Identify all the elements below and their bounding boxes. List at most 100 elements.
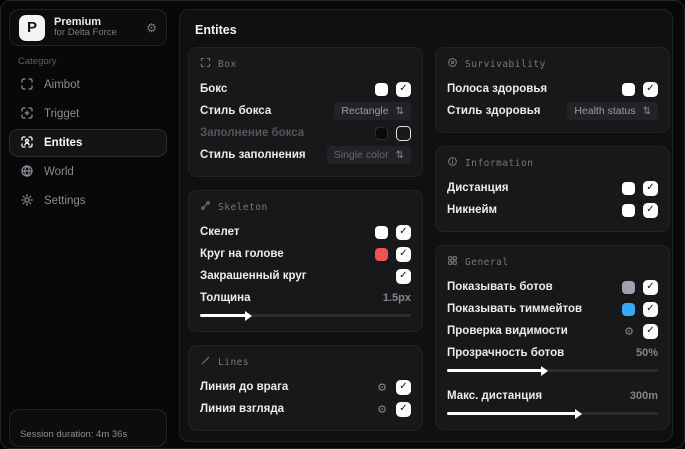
panel-header-label: Skeleton [218, 201, 268, 213]
line-icon [200, 355, 211, 369]
sidebar-item-world[interactable]: World [9, 158, 167, 186]
check-icon: ✓ [646, 325, 655, 336]
sidebar-item-trigget[interactable]: Trigget [9, 100, 167, 128]
panel-header-label: Survivability [465, 58, 546, 70]
slider-value: 1.5px [382, 292, 411, 304]
sidebar-item-settings[interactable]: Settings [9, 187, 167, 215]
checkbox[interactable]: ✓ [643, 81, 658, 97]
unfold-icon: ⇅ [642, 105, 651, 117]
sidebar-item-label: Aimbot [44, 79, 80, 91]
check-icon: ✓ [646, 182, 655, 193]
setting-label: Бокс [200, 83, 228, 95]
setting-row: Бокс ✓ [200, 78, 411, 100]
setting-row: Линия до врага ⚙ ✓ [200, 376, 411, 398]
health-style-dropdown[interactable]: Health status ⇅ [567, 102, 658, 120]
crosshair-icon [20, 106, 34, 123]
slider-value: 300m [629, 390, 658, 402]
checkbox[interactable]: ✓ [396, 81, 411, 97]
setting-label: Стиль бокса [200, 105, 272, 117]
color-swatch[interactable] [375, 126, 388, 140]
setting-row: Заполнение бокса [200, 122, 411, 144]
check-icon: ✓ [646, 281, 655, 292]
thickness-slider[interactable] [200, 314, 411, 317]
checkbox[interactable] [396, 125, 411, 141]
slider-value: 50% [635, 347, 658, 359]
setting-row: Никнейм ✓ [447, 199, 658, 221]
color-swatch[interactable] [622, 82, 635, 96]
setting-label: Толщина [200, 292, 251, 304]
sidebar-item-label: Entites [44, 137, 83, 149]
setting-row: Скелет ✓ [200, 221, 411, 243]
setting-label: Показывать ботов [447, 281, 553, 293]
session-duration: Session duration: 4m 36s [20, 429, 128, 440]
checkbox[interactable]: ✓ [643, 301, 658, 317]
checkbox[interactable]: ✓ [643, 323, 658, 339]
setting-row: Линия взгляда ⚙ ✓ [200, 398, 411, 420]
setting-label: Прозрачность ботов [447, 347, 565, 359]
checkbox[interactable]: ✓ [396, 246, 411, 262]
setting-row: Показывать тиммейтов ✓ [447, 298, 658, 320]
panel-general: General Показывать ботов ✓ Показывать ти… [435, 245, 670, 430]
color-swatch[interactable] [622, 302, 635, 316]
color-swatch[interactable] [375, 247, 388, 261]
sidebar-nav: Aimbot Trigget Entites World Settings [9, 71, 167, 216]
app-logo: P [19, 14, 45, 41]
gear-icon[interactable]: ⚙ [377, 381, 387, 394]
globe-icon [20, 164, 34, 181]
check-icon: ✓ [399, 381, 408, 392]
main-content: Entites Box Бокс ✓ Стиль бокса Rectangle [179, 9, 673, 442]
gear-icon[interactable]: ⚙ [624, 325, 634, 338]
check-icon: ✓ [646, 204, 655, 215]
checkbox[interactable]: ✓ [643, 180, 658, 196]
fill-style-dropdown[interactable]: Single color ⇅ [326, 146, 411, 164]
check-icon: ✓ [646, 303, 655, 314]
setting-label: Скелет [200, 226, 240, 238]
panel-survivability: Survivability Полоса здоровья ✓ Стиль зд… [435, 47, 670, 133]
checkbox[interactable]: ✓ [643, 202, 658, 218]
entity-scan-icon [20, 135, 34, 152]
panel-header-label: Information [465, 157, 534, 169]
checkbox[interactable]: ✓ [643, 279, 658, 295]
panel-lines: Lines Линия до врага ⚙ ✓ Линия взгляда ⚙… [188, 345, 423, 431]
setting-label: Стиль здоровья [447, 105, 541, 117]
setting-row: Прозрачность ботов 50% [447, 342, 658, 364]
check-icon: ✓ [399, 270, 408, 281]
check-icon: ✓ [399, 248, 408, 259]
setting-label: Полоса здоровья [447, 83, 548, 95]
panel-box: Box Бокс ✓ Стиль бокса Rectangle ⇅ Запол… [188, 47, 423, 177]
color-swatch[interactable] [375, 82, 388, 96]
setting-label: Закрашенный круг [200, 270, 307, 282]
color-swatch[interactable] [622, 203, 635, 217]
bot-opacity-slider[interactable] [447, 369, 658, 372]
aimbot-corners-icon [20, 77, 34, 94]
setting-row: Круг на голове ✓ [200, 243, 411, 265]
checkbox[interactable]: ✓ [396, 268, 411, 284]
panel-skeleton: Skeleton Скелет ✓ Круг на голове ✓ Закра… [188, 190, 423, 332]
grid-icon [447, 255, 458, 269]
setting-row: Стиль здоровья Health status ⇅ [447, 100, 658, 122]
color-swatch[interactable] [622, 181, 635, 195]
setting-label: Проверка видимости [447, 325, 568, 337]
dropdown-value: Single color [333, 149, 389, 161]
app-window: P Premium for Delta Force ⚙ Category Aim… [0, 0, 685, 449]
setting-row: Полоса здоровья ✓ [447, 78, 658, 100]
box-style-dropdown[interactable]: Rectangle ⇅ [334, 102, 411, 120]
sidebar-item-entites[interactable]: Entites [9, 129, 167, 157]
sidebar-item-aimbot[interactable]: Aimbot [9, 71, 167, 99]
sidebar-item-label: Settings [44, 195, 86, 207]
checkbox[interactable]: ✓ [396, 401, 411, 417]
setting-label: Макс. дистанция [447, 390, 543, 402]
dropdown-value: Rectangle [341, 105, 389, 117]
checkbox[interactable]: ✓ [396, 379, 411, 395]
sidebar-item-label: World [44, 166, 74, 178]
gear-icon[interactable]: ⚙ [377, 403, 387, 416]
panel-information: Information Дистанция ✓ Никнейм ✓ [435, 146, 670, 232]
settings-gear-icon[interactable]: ⚙ [146, 21, 157, 35]
color-swatch[interactable] [622, 280, 635, 294]
gear-icon [20, 193, 34, 210]
setting-row: Закрашенный круг ✓ [200, 265, 411, 287]
panel-header-label: General [465, 256, 509, 268]
max-distance-slider[interactable] [447, 412, 658, 415]
color-swatch[interactable] [375, 225, 388, 239]
checkbox[interactable]: ✓ [396, 224, 411, 240]
